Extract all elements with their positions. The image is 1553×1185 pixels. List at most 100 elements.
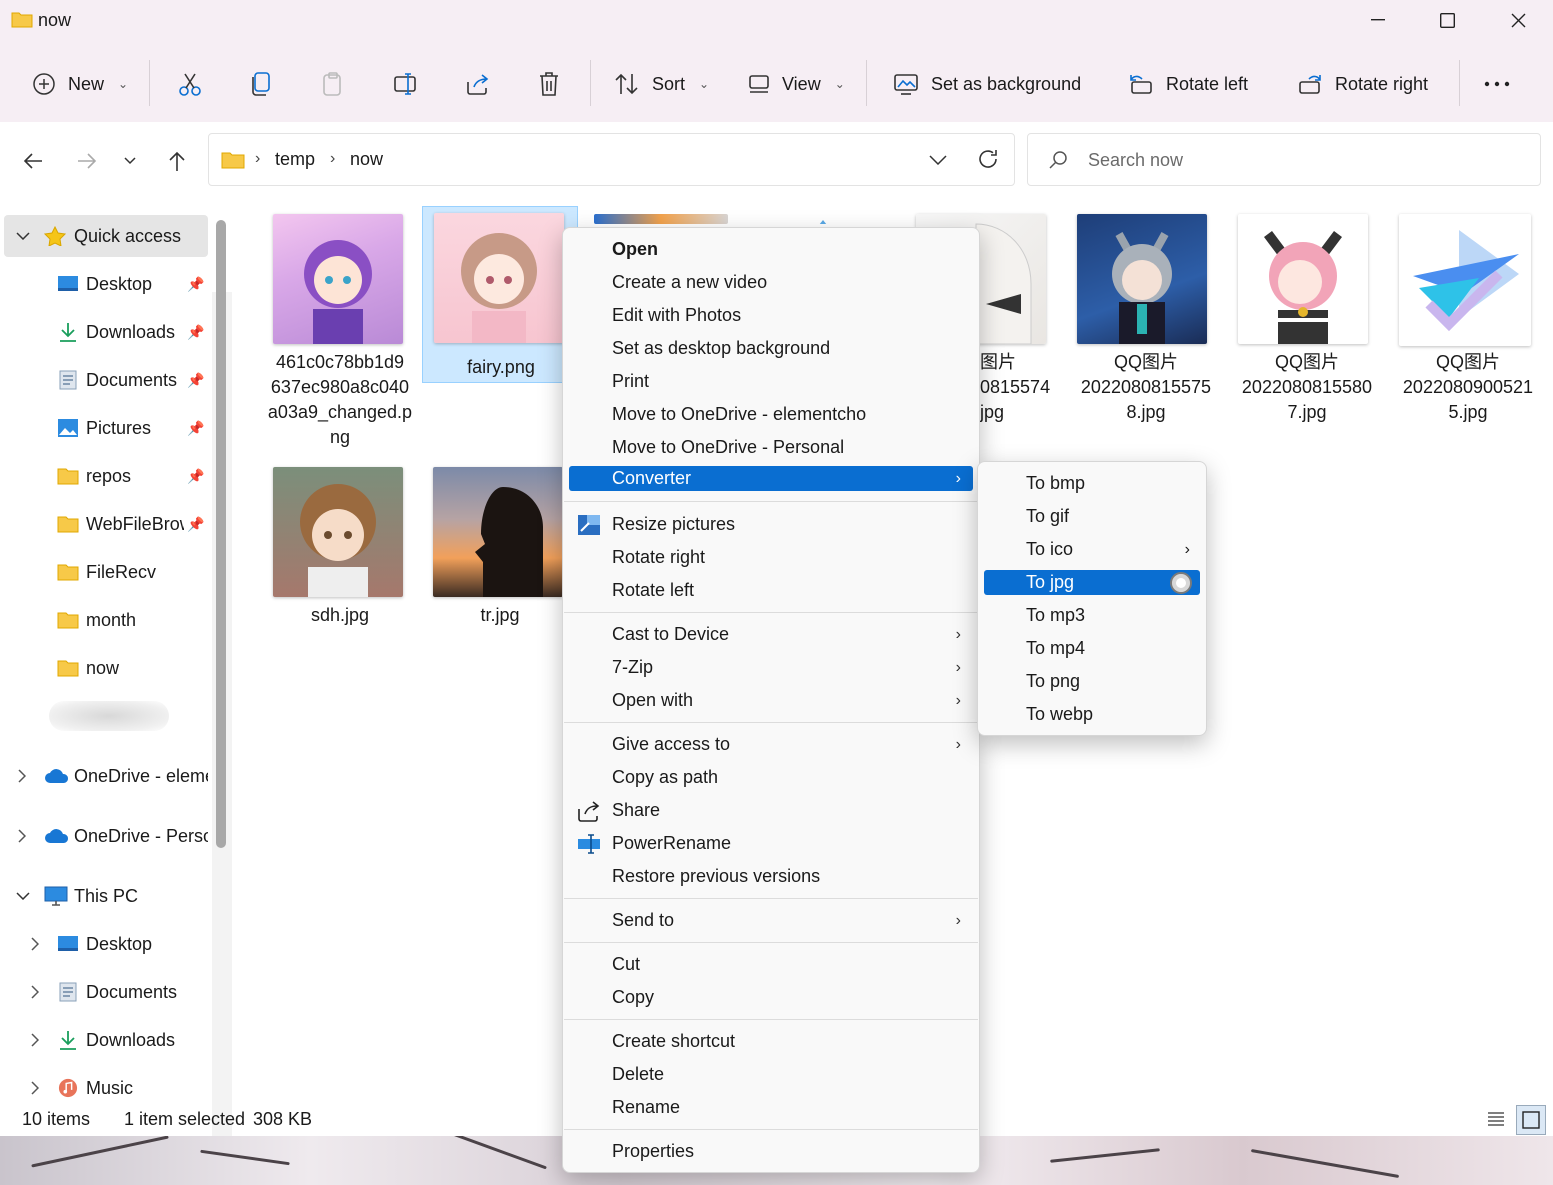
minimize-button[interactable] [1343,0,1413,40]
menu-item-open-with[interactable]: Open with › [569,685,973,716]
search-box[interactable]: Search now [1027,133,1541,186]
menu-item-open[interactable]: Open [569,234,973,265]
menu-item-edit-photos[interactable]: Edit with Photos [569,300,973,331]
details-view-button[interactable] [1484,1107,1508,1131]
sidebar-item-onedrive-personal[interactable]: OneDrive - Personal [4,815,208,857]
menu-item-move-onedrive-personal[interactable]: Move to OneDrive - Personal [569,432,973,463]
submenu-item-to-mp3[interactable]: To mp3 [984,603,1200,628]
cut-button[interactable] [177,64,203,104]
arrow-up-icon [169,151,185,171]
share-toolbar-button[interactable] [465,64,491,104]
sidebar-item-repos[interactable]: repos 📌 [4,455,208,497]
view-button[interactable]: View ⌄ [748,64,845,104]
close-button[interactable] [1483,0,1553,40]
forward-button[interactable] [70,144,104,178]
menu-item-print[interactable]: Print [569,366,973,397]
sidebar-item-webfilebrowser[interactable]: WebFileBrowser 📌 [4,503,208,545]
sidebar-item-onedrive-elementcho[interactable]: OneDrive - elementcho [4,755,208,797]
submenu-item-to-jpg[interactable]: To jpg [984,570,1200,595]
sort-button[interactable]: Sort ⌄ [614,64,709,104]
silhouette-icon [475,487,543,597]
file-name-line: a03a9_changed.p [267,402,413,422]
sidebar-item-now[interactable]: now [4,647,208,689]
menu-item-label: Rotate left [612,580,695,600]
new-button[interactable]: New ⌄ [32,64,128,104]
menu-item-converter[interactable]: Converter › [569,466,973,491]
chevron-down-icon[interactable] [929,155,947,165]
menu-item-rename[interactable]: Rename [569,1092,973,1123]
submenu-item-to-mp4[interactable]: To mp4 [984,636,1200,661]
menu-item-create-shortcut[interactable]: Create shortcut [569,1026,973,1057]
arrow-right-icon [78,153,97,169]
submenu-item-to-gif[interactable]: To gif [984,504,1200,529]
file-tile[interactable]: QQ图片 2022080815580 7.jpg [1229,208,1385,422]
file-tile[interactable]: QQ图片 2022080815575 8.jpg [1068,208,1224,422]
sidebar-item-blurred[interactable] [4,695,208,737]
menu-item-powerrename[interactable]: PowerRename [569,828,973,859]
sidebar-item-pc-downloads[interactable]: Downloads [4,1019,208,1061]
breadcrumb-now[interactable]: now [350,149,383,170]
file-tile[interactable]: QQ图片 2022080900521 5.jpg [1390,208,1546,422]
rotate-left-button[interactable]: Rotate left [1128,64,1248,104]
sidebar-item-desktop[interactable]: Desktop 📌 [4,263,208,305]
address-bar[interactable]: › temp › now [208,133,1015,186]
file-tile[interactable]: 461c0c78bb1d9 637ec980a8c040 a03a9_chang… [262,208,418,458]
menu-item-copy[interactable]: Copy [569,982,973,1013]
menu-item-rotate-right[interactable]: Rotate right [569,542,973,573]
sidebar-item-documents[interactable]: Documents 📌 [4,359,208,401]
menu-item-cast-to-device[interactable]: Cast to Device › [569,619,973,650]
menu-item-copy-as-path[interactable]: Copy as path [569,762,973,793]
up-button[interactable] [160,144,194,178]
sidebar-item-pictures[interactable]: Pictures 📌 [4,407,208,449]
sidebar-item-filerecv[interactable]: FileRecv [4,551,208,593]
sidebar-item-pc-desktop[interactable]: Desktop [4,923,208,965]
menu-item-rotate-left[interactable]: Rotate left [569,575,973,606]
divider [590,60,591,106]
back-button[interactable] [16,144,50,178]
rotate-right-button[interactable]: Rotate right [1297,64,1428,104]
sidebar-item-this-pc[interactable]: This PC [4,875,208,917]
sidebar-item-pc-documents[interactable]: Documents [4,971,208,1013]
chevron-right-icon [31,985,39,999]
menu-item-send-to[interactable]: Send to › [569,905,973,936]
anime-character-icon [461,233,537,343]
set-as-background-button[interactable]: Set as background [893,64,1081,104]
maximize-button[interactable] [1412,0,1482,40]
menu-item-cut[interactable]: Cut [569,949,973,980]
menu-item-set-desktop-background[interactable]: Set as desktop background [569,333,973,364]
file-tile-selected[interactable]: fairy.png [422,206,578,383]
file-name-line: ng [329,427,351,447]
menu-item-resize-pictures[interactable]: Resize pictures [569,509,973,540]
recent-locations-button[interactable] [113,144,147,178]
menu-item-restore-previous-versions[interactable]: Restore previous versions [569,861,973,892]
submenu-item-to-webp[interactable]: To webp [984,702,1200,727]
refresh-icon[interactable] [977,148,999,170]
sidebar-item-pc-music[interactable]: Music [4,1067,208,1109]
breadcrumb-temp[interactable]: temp [275,149,315,170]
paste-button[interactable] [321,64,345,104]
submenu-item-to-png[interactable]: To png [984,669,1200,694]
paste-icon [323,72,341,96]
download-icon [60,323,76,342]
scrollbar-thumb[interactable] [216,220,226,848]
submenu-item-to-bmp[interactable]: To bmp [984,471,1200,496]
sidebar-item-downloads[interactable]: Downloads 📌 [4,311,208,353]
sidebar-item-month[interactable]: month [4,599,208,641]
submenu-item-to-ico[interactable]: To ico › [984,537,1200,562]
file-tile[interactable]: tr.jpg [422,461,578,636]
menu-item-move-onedrive-elementcho[interactable]: Move to OneDrive - elementcho [569,399,973,430]
menu-item-delete[interactable]: Delete [569,1059,973,1090]
copy-button[interactable] [250,64,274,104]
menu-item-share[interactable]: Share [569,795,973,826]
rename-toolbar-button[interactable] [393,64,419,104]
menu-item-properties[interactable]: Properties [569,1136,973,1167]
menu-item-create-video[interactable]: Create a new video [569,267,973,298]
menu-item-give-access[interactable]: Give access to › [569,729,973,760]
menu-item-7zip[interactable]: 7-Zip › [569,652,973,683]
sidebar-item-label: This PC [74,885,139,906]
delete-toolbar-button[interactable] [537,64,561,104]
large-icons-view-button[interactable] [1516,1105,1546,1135]
sidebar-item-quick-access[interactable]: Quick access [4,215,208,257]
file-tile[interactable]: sdh.jpg [262,461,418,636]
see-more-button[interactable] [1484,64,1510,104]
